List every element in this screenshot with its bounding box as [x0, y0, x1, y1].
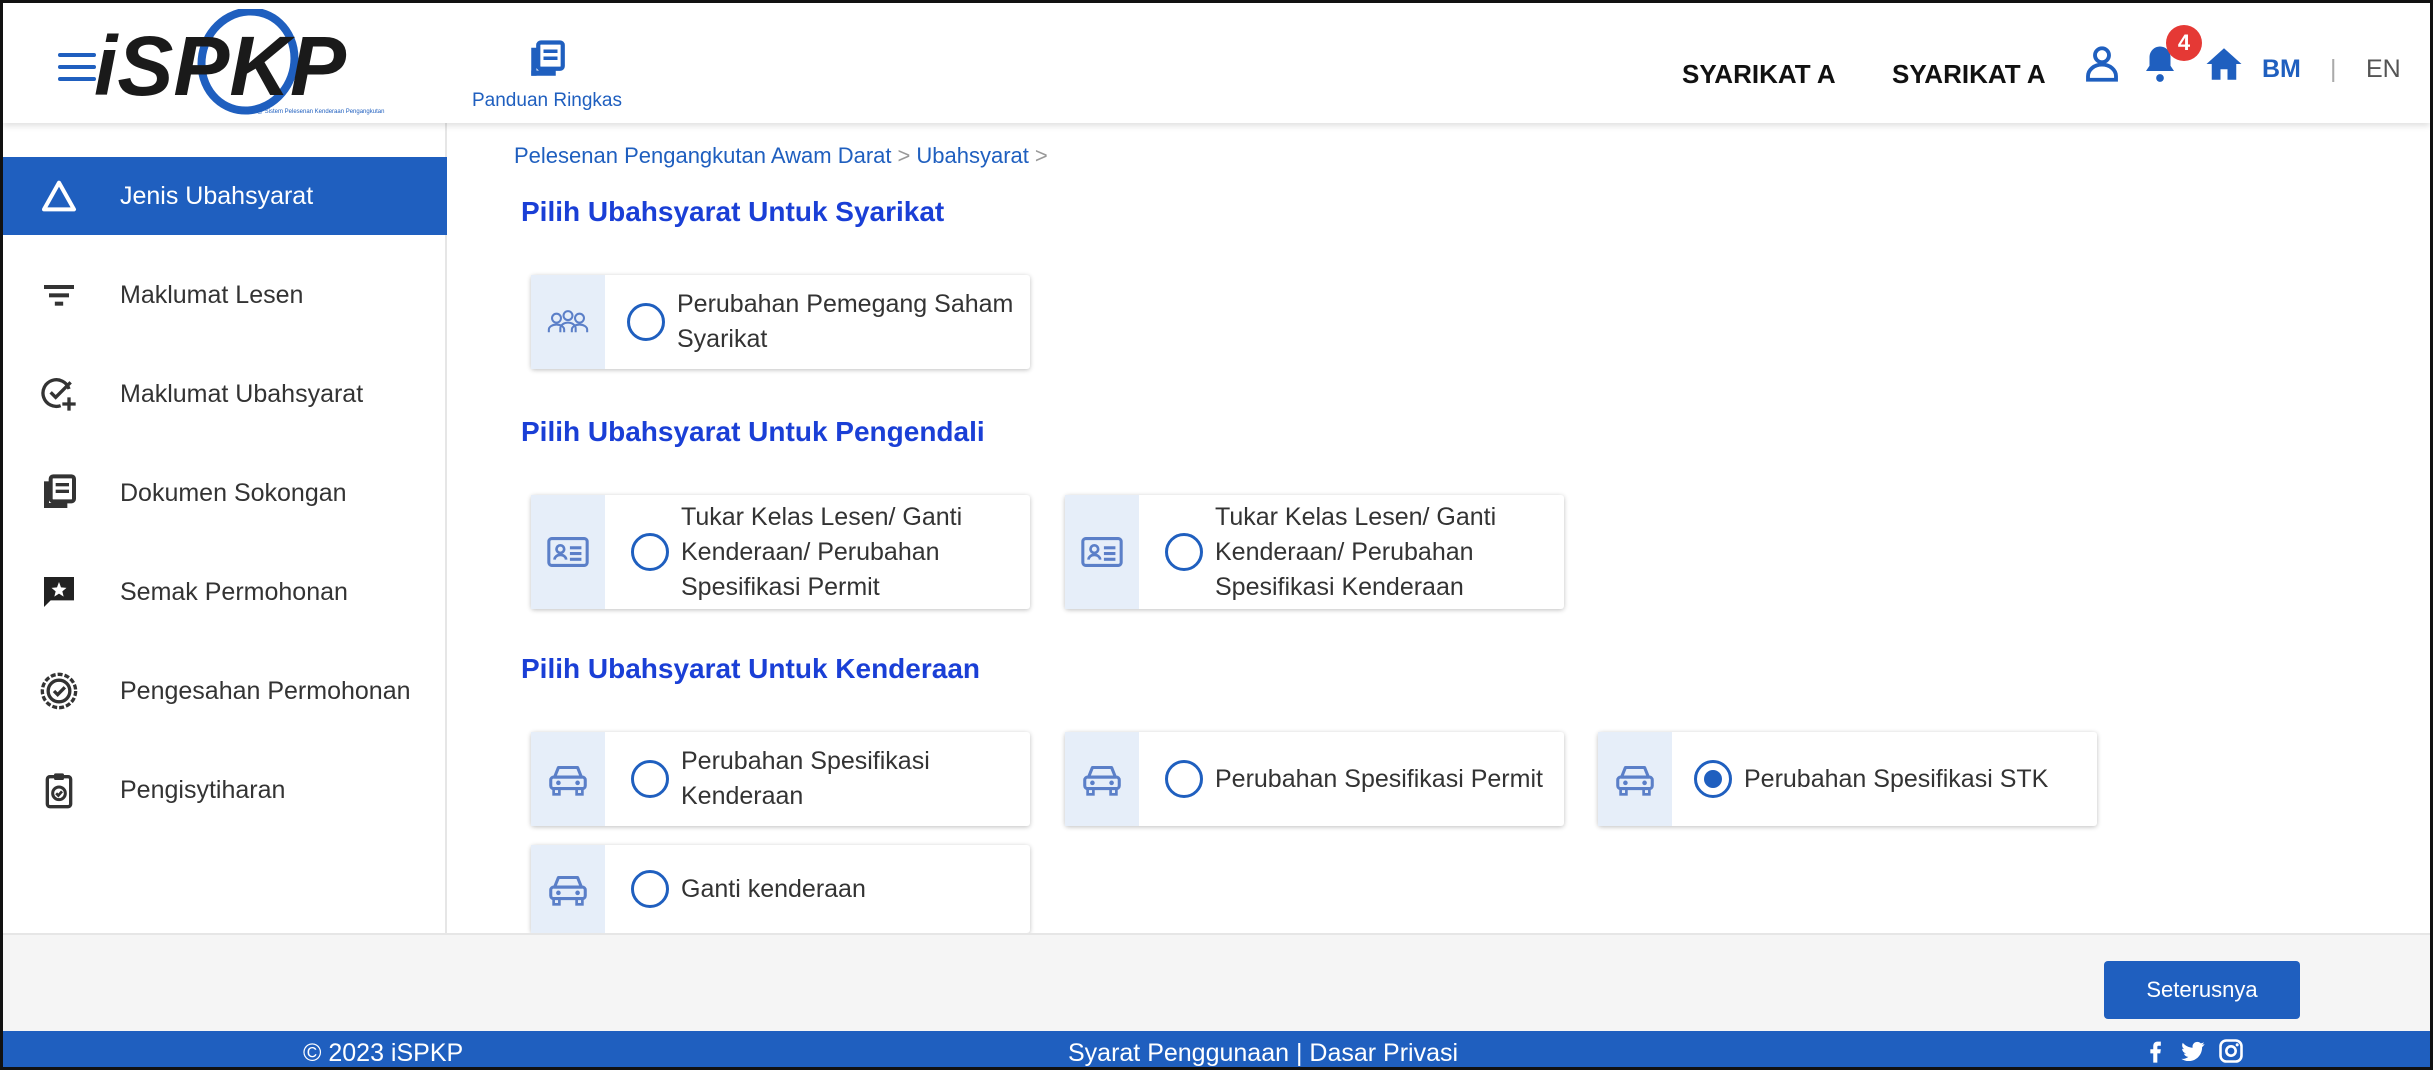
sidebar-item-jenis-ubahsyarat[interactable]: Jenis Ubahsyarat: [3, 157, 447, 235]
document-icon: [44, 474, 76, 508]
option-label: Tukar Kelas Lesen/ Ganti Kenderaan/ Peru…: [1215, 502, 1497, 601]
top-header: iSPKP iSPKP @ Sistem Pelesenan Kenderaan…: [3, 3, 2430, 123]
option-label: Perubahan Pemegang Saham Syarikat: [677, 290, 1014, 353]
sidebar-item-pengesahan-permohonan[interactable]: Pengesahan Permohonan: [3, 652, 447, 730]
sidebar-item-label: Jenis Ubahsyarat: [120, 181, 314, 210]
option-card-pemegang-saham[interactable]: Perubahan Pemegang Saham Syarikat: [531, 275, 1030, 369]
breadcrumb-item-ubahsyarat[interactable]: Ubahsyarat: [916, 143, 1029, 168]
card-icon-box: [531, 845, 605, 933]
radio-ganti-kenderaan[interactable]: [631, 870, 669, 908]
footer-links[interactable]: Syarat Penggunaan | Dasar Privasi: [1068, 1039, 1458, 1067]
option-label: Perubahan Spesifikasi STK: [1744, 764, 2049, 793]
card-icon-box: [1065, 495, 1139, 609]
option-label: Perubahan Spesifikasi Permit: [1215, 764, 1543, 793]
option-card-spesifikasi-stk[interactable]: Perubahan Spesifikasi STK: [1598, 732, 2097, 826]
radio-spesifikasi-permit[interactable]: [1165, 760, 1203, 798]
id-card-icon: [547, 537, 589, 567]
sidebar-item-label: Semak Permohonan: [120, 577, 348, 606]
step-sidebar: Jenis Ubahsyarat Maklumat Lesen Maklumat…: [3, 123, 447, 933]
breadcrumb-separator: >: [1034, 143, 1048, 168]
next-button[interactable]: Seterusnya: [2104, 961, 2300, 1019]
facebook-icon[interactable]: [2141, 1037, 2169, 1065]
sidebar-item-dokumen-sokongan[interactable]: Dokumen Sokongan: [3, 454, 447, 532]
radio-pemegang-saham[interactable]: [627, 303, 665, 341]
quick-guide-link[interactable]: Panduan Ringkas: [467, 39, 627, 112]
user-icon[interactable]: [2081, 43, 2123, 85]
id-card-icon: [1081, 537, 1123, 567]
clipboard-icon: [45, 773, 73, 809]
section-title-pengendali: Pilih Ubahsyarat Untuk Pengendali: [521, 416, 985, 447]
check-plus-icon: [41, 378, 76, 411]
car-icon: [1083, 765, 1121, 796]
card-icon-box: [531, 275, 605, 369]
option-card-ganti-kenderaan[interactable]: Ganti kenderaan: [531, 845, 1030, 933]
radio-spesifikasi-stk[interactable]: [1694, 760, 1732, 798]
lang-bm-link[interactable]: BM: [2262, 55, 2301, 84]
radio-spesifikasi-kenderaan[interactable]: [631, 760, 669, 798]
option-card-spesifikasi-kenderaan[interactable]: Perubahan Spesifikasi Kenderaan: [531, 732, 1030, 826]
document-stack-icon: [531, 40, 565, 76]
radio-tukar-kelas-kenderaan[interactable]: [1165, 533, 1203, 571]
footer-copyright: © 2023 iSPKP: [303, 1039, 464, 1067]
card-icon-box: [1598, 732, 1672, 826]
section-title-kenderaan: Pilih Ubahsyarat Untuk Kenderaan: [521, 653, 981, 684]
card-icon-box: [1065, 732, 1139, 826]
social-links: [2141, 1037, 2245, 1065]
chat-star-icon: [44, 577, 74, 607]
car-icon: [1616, 765, 1654, 796]
quick-guide-label: Panduan Ringkas: [472, 90, 622, 111]
card-icon-box: [531, 732, 605, 826]
twitter-icon[interactable]: [2179, 1037, 2207, 1065]
sidebar-item-label: Dokumen Sokongan: [120, 478, 347, 507]
option-card-tukar-kelas-permit[interactable]: Tukar Kelas Lesen/ Ganti Kenderaan/ Peru…: [531, 495, 1030, 609]
notification-badge: 4: [2166, 25, 2202, 61]
option-card-tukar-kelas-kenderaan[interactable]: Tukar Kelas Lesen/ Ganti Kenderaan/ Peru…: [1065, 495, 1564, 609]
breadcrumb-item-pelesenan[interactable]: Pelesenan Pengangkutan Awam Darat: [514, 143, 892, 168]
svg-text:iSPKP @ Sistem Pelesenan Kende: iSPKP @ Sistem Pelesenan Kenderaan Penga…: [238, 109, 384, 115]
people-icon: [547, 310, 589, 333]
sidebar-item-label: Maklumat Lesen: [120, 280, 304, 309]
triangle-icon: [42, 180, 76, 212]
ispkp-logo[interactable]: iSPKP iSPKP @ Sistem Pelesenan Kenderaan…: [88, 9, 448, 119]
breadcrumb: Pelesenan Pengangkutan Awam Darat > Ubahsy…: [514, 143, 1054, 169]
svg-text:iSPKP: iSPKP: [94, 19, 347, 113]
card-icon-box: [531, 495, 605, 609]
action-bar: [3, 933, 2430, 1031]
verified-badge-icon: [40, 672, 78, 710]
sidebar-item-label: Maklumat Ubahsyarat: [120, 379, 364, 408]
sidebar-item-maklumat-lesen[interactable]: Maklumat Lesen: [3, 256, 447, 334]
section-title-syarikat: Pilih Ubahsyarat Untuk Syarikat: [521, 196, 945, 227]
company-name-2: SYARIKAT A: [1892, 59, 2046, 89]
instagram-icon[interactable]: [2217, 1037, 2245, 1065]
sidebar-item-label: Pengesahan Permohonan: [120, 676, 411, 705]
app-window: iSPKP iSPKP @ Sistem Pelesenan Kenderaan…: [0, 0, 2433, 1070]
option-card-spesifikasi-permit[interactable]: Perubahan Spesifikasi Permit: [1065, 732, 1564, 826]
car-icon: [549, 765, 587, 796]
option-label: Perubahan Spesifikasi Kenderaan: [681, 747, 930, 810]
sidebar-item-semak-permohonan[interactable]: Semak Permohonan: [3, 553, 447, 631]
footer: © 2023 iSPKP Syarat Penggunaan | Dasar P…: [3, 1031, 2430, 1067]
option-label: Tukar Kelas Lesen/ Ganti Kenderaan/ Peru…: [681, 502, 963, 601]
option-label: Ganti kenderaan: [681, 874, 866, 903]
sidebar-item-label: Pengisytiharan: [120, 775, 286, 804]
home-icon[interactable]: [2203, 43, 2245, 85]
sidebar-item-pengisytiharan[interactable]: Pengisytiharan: [3, 751, 447, 829]
company-name-1: SYARIKAT A: [1682, 59, 1836, 89]
filter-icon: [44, 285, 74, 306]
lang-en-link[interactable]: EN: [2366, 55, 2401, 84]
sidebar-item-maklumat-ubahsyarat[interactable]: Maklumat Ubahsyarat: [3, 355, 447, 433]
lang-separator: |: [2330, 55, 2337, 83]
radio-tukar-kelas-permit[interactable]: [631, 533, 669, 571]
car-icon: [549, 875, 587, 906]
breadcrumb-separator: >: [897, 143, 911, 168]
